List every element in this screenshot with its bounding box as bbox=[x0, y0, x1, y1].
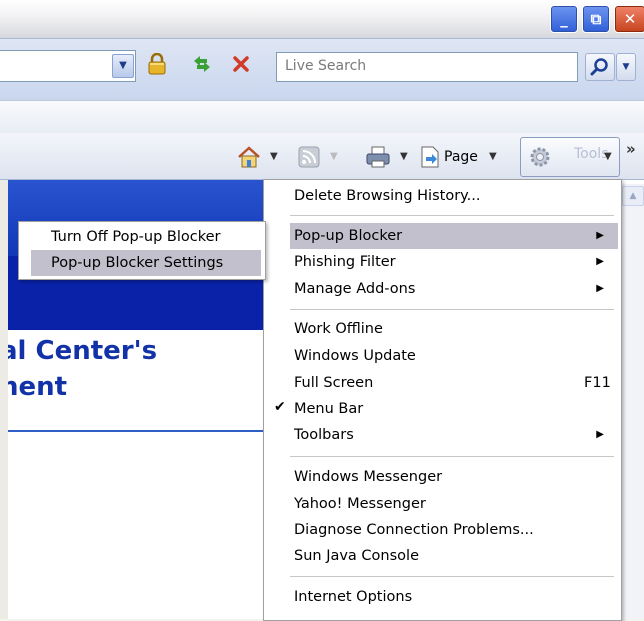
menu-item-manage-add-ons[interactable]: Manage Add-ons ▶ bbox=[290, 276, 618, 302]
heading-rule bbox=[0, 430, 264, 432]
menu-item-work-offline[interactable]: Work Offline bbox=[294, 316, 383, 342]
tools-menu: Delete Browsing History... Pop-up Blocke… bbox=[263, 179, 622, 621]
menu-item-windows-update[interactable]: Windows Update bbox=[294, 343, 416, 369]
page-menu-label[interactable]: Page bbox=[444, 143, 478, 171]
menu-item-label: Full Screen bbox=[294, 375, 374, 391]
menu-item-label: Work Offline bbox=[294, 321, 383, 337]
title-bar bbox=[0, 0, 644, 38]
menu-item-label: Delete Browsing History... bbox=[294, 188, 481, 204]
menu-item-label: Diagnose Connection Problems... bbox=[294, 522, 534, 538]
submenu-arrow-icon: ▶ bbox=[596, 256, 604, 267]
home-icon[interactable] bbox=[236, 144, 262, 170]
menu-item-label: Yahoo! Messenger bbox=[294, 496, 426, 512]
popup-blocker-submenu: Turn Off Pop-up Blocker Pop-up Blocker S… bbox=[18, 221, 266, 280]
toolbar-overflow-chevron[interactable]: » bbox=[626, 140, 636, 158]
print-dropdown-caret[interactable]: ▼ bbox=[400, 143, 408, 171]
menu-item-sun-java-console[interactable]: Sun Java Console bbox=[294, 543, 419, 569]
page-heading-line2: nent bbox=[0, 372, 68, 402]
menu-item-label: Pop-up Blocker Settings bbox=[51, 255, 224, 271]
menu-item-internet-options[interactable]: Internet Options bbox=[294, 584, 412, 610]
scroll-up-button[interactable]: ▲ bbox=[622, 186, 644, 206]
menu-item-label: Windows Update bbox=[294, 348, 416, 364]
menu-item-label: Menu Bar bbox=[294, 401, 364, 417]
menu-separator bbox=[290, 456, 614, 457]
menu-separator bbox=[290, 576, 614, 577]
menu-item-toolbars[interactable]: Toolbars ▶ bbox=[290, 422, 618, 448]
window-left-edge bbox=[0, 180, 8, 619]
page-dropdown-caret[interactable]: ▼ bbox=[489, 143, 497, 171]
menu-item-label: Sun Java Console bbox=[294, 548, 419, 564]
menu-item-diagnose-connection-problems[interactable]: Diagnose Connection Problems... bbox=[294, 517, 534, 543]
tools-dropdown-caret: ▼ bbox=[604, 151, 612, 162]
menu-item-label: Manage Add-ons bbox=[294, 281, 416, 297]
search-button[interactable] bbox=[585, 53, 615, 81]
home-dropdown-caret[interactable]: ▼ bbox=[270, 143, 278, 171]
menu-item-label: Windows Messenger bbox=[294, 469, 443, 485]
page-icon[interactable] bbox=[418, 145, 442, 169]
lock-icon[interactable] bbox=[146, 53, 168, 75]
search-placeholder: Live Search bbox=[285, 58, 367, 74]
print-icon[interactable] bbox=[365, 144, 391, 170]
menu-item-menu-bar[interactable]: Menu Bar bbox=[294, 396, 363, 422]
address-dropdown-button[interactable]: ▼ bbox=[112, 54, 134, 78]
menu-item-windows-messenger[interactable]: Windows Messenger bbox=[294, 464, 442, 490]
menu-item-label: Internet Options bbox=[294, 589, 413, 605]
submenu-arrow-icon: ▶ bbox=[596, 230, 604, 241]
submenu-arrow-icon: ▶ bbox=[596, 429, 604, 440]
menu-item-delete-browsing-history[interactable]: Delete Browsing History... bbox=[294, 183, 614, 209]
menu-item-phishing-filter[interactable]: Phishing Filter ▶ bbox=[290, 249, 618, 275]
menu-item-label: Pop-up Blocker bbox=[294, 228, 403, 244]
menu-separator bbox=[290, 215, 614, 216]
stop-icon[interactable] bbox=[230, 53, 252, 75]
refresh-icon[interactable] bbox=[191, 53, 213, 75]
minimize-button[interactable]: _ bbox=[550, 5, 578, 33]
checkmark-icon: ✔ bbox=[274, 399, 286, 415]
tab-row bbox=[0, 100, 644, 134]
search-input[interactable]: Live Search bbox=[276, 52, 578, 82]
search-icon bbox=[590, 58, 608, 76]
maximize-button[interactable]: ⧉ bbox=[582, 5, 610, 33]
menu-item-full-screen[interactable]: Full Screen F11 bbox=[294, 370, 614, 396]
menu-separator bbox=[290, 309, 614, 310]
menu-item-popup-blocker[interactable]: Pop-up Blocker ▶ bbox=[290, 223, 618, 249]
menu-item-label: Turn Off Pop-up Blocker bbox=[51, 229, 221, 245]
menu-item-yahoo-messenger[interactable]: Yahoo! Messenger bbox=[294, 491, 426, 517]
menu-item-popup-blocker-settings[interactable]: Pop-up Blocker Settings bbox=[31, 250, 261, 276]
feeds-dropdown-caret[interactable]: ▼ bbox=[330, 143, 338, 171]
search-options-button[interactable]: ▼ bbox=[616, 53, 636, 81]
shortcut-label: F11 bbox=[584, 375, 611, 391]
close-window-button[interactable]: ✕ bbox=[614, 5, 644, 33]
gear-icon bbox=[530, 147, 550, 167]
menu-item-turn-off-popup-blocker[interactable]: Turn Off Pop-up Blocker bbox=[31, 224, 261, 250]
submenu-arrow-icon: ▶ bbox=[596, 283, 604, 294]
menu-item-label: Toolbars bbox=[294, 427, 354, 443]
menu-item-label: Phishing Filter bbox=[294, 254, 396, 270]
vertical-scrollbar[interactable] bbox=[620, 184, 644, 619]
feeds-icon[interactable] bbox=[298, 146, 320, 168]
page-heading-line1: al Center's bbox=[0, 336, 158, 366]
